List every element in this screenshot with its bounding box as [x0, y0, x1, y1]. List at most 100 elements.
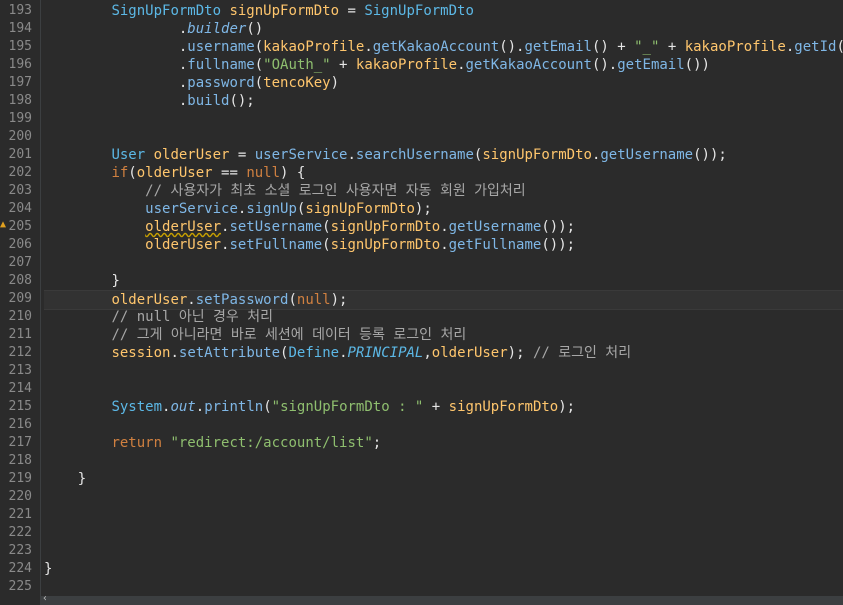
- code-token: userService: [145, 201, 238, 217]
- code-token: );: [558, 399, 576, 415]
- code-line[interactable]: .password(tencoKey): [44, 74, 843, 92]
- code-line[interactable]: [44, 380, 843, 398]
- line-number-gutter: 193 194 195 196 197 198 199 200 201 202 203 204 205 2…: [0, 0, 41, 605]
- code-token: (: [322, 237, 331, 253]
- code-line[interactable]: .username(kakaoProfile.getKakaoAccount()…: [44, 38, 843, 56]
- code-token: null: [246, 165, 281, 181]
- code-line[interactable]: System.out.println("signUpFormDto : " + …: [44, 398, 843, 416]
- code-token: olderUser: [153, 147, 230, 163]
- code-token: signUp: [246, 201, 297, 217]
- code-line[interactable]: .build();: [44, 92, 843, 110]
- code-line[interactable]: }: [44, 470, 843, 488]
- warning-icon[interactable]: ▲: [0, 220, 8, 230]
- code-token: .: [457, 57, 466, 73]
- code-token: ().: [591, 57, 618, 73]
- code-token: SignUpFormDto: [364, 3, 474, 19]
- code-line[interactable]: SignUpFormDto signUpFormDto = SignUpForm…: [44, 2, 843, 20]
- code-token: // null 아닌 경우 처리: [111, 309, 274, 325]
- code-line[interactable]: [44, 128, 843, 146]
- code-line[interactable]: .builder(): [44, 20, 843, 38]
- code-token: (: [322, 219, 331, 235]
- code-token: getFullname: [448, 237, 542, 253]
- code-line[interactable]: }: [44, 560, 843, 578]
- code-token: ==: [212, 165, 247, 181]
- code-token: signUpFormDto: [482, 147, 592, 163]
- code-line[interactable]: [44, 416, 843, 434]
- line-number: 212: [8, 345, 32, 360]
- code-token: signUpFormDto: [330, 219, 441, 235]
- code-token: signUpFormDto: [229, 3, 340, 19]
- code-token: ().: [499, 39, 525, 55]
- horizontal-scrollbar[interactable]: ‹: [40, 593, 843, 605]
- code-token: ());: [541, 219, 576, 235]
- code-token: +: [330, 57, 356, 73]
- code-token: olderUser: [136, 165, 213, 181]
- line-number: 207: [8, 255, 32, 270]
- code-token: ) {: [280, 165, 306, 181]
- code-line[interactable]: [44, 110, 843, 128]
- code-line[interactable]: // 사용자가 최초 소셜 로그인 사용자면 자동 회원 가입처리: [44, 182, 843, 200]
- line-number: 206: [8, 237, 32, 252]
- code-token: return: [111, 435, 163, 451]
- code-token: getEmail: [617, 57, 685, 73]
- chevron-left-icon[interactable]: ‹: [42, 593, 48, 604]
- code-line[interactable]: [44, 254, 843, 272]
- code-token: setFullname: [229, 237, 323, 253]
- code-line[interactable]: olderUser.setUsername(signUpFormDto.getU…: [44, 218, 843, 236]
- code-line[interactable]: User olderUser = userService.searchUsern…: [44, 146, 843, 164]
- code-token: password: [187, 75, 255, 91]
- code-token: +: [659, 39, 685, 55]
- code-token: getUsername: [448, 219, 542, 235]
- code-token: ());: [693, 147, 727, 163]
- code-token: +: [423, 399, 449, 415]
- code-token: (: [254, 39, 264, 55]
- code-line[interactable]: [44, 578, 843, 596]
- code-line[interactable]: // null 아닌 경우 처리: [44, 308, 843, 326]
- code-token: (): [246, 21, 264, 37]
- code-token: System: [111, 399, 163, 415]
- code-line[interactable]: [44, 362, 843, 380]
- line-number: 194: [8, 21, 32, 36]
- code-token: olderUser: [145, 237, 222, 253]
- code-line[interactable]: // 그게 아니라면 바로 세션에 데이터 등록 로그인 처리: [44, 326, 843, 344]
- line-number: 221: [8, 507, 32, 522]
- code-line[interactable]: userService.signUp(signUpFormDto);: [44, 200, 843, 218]
- code-line[interactable]: .fullname("OAuth_" + kakaoProfile.getKak…: [44, 56, 843, 74]
- code-line[interactable]: if(olderUser == null) {: [44, 164, 843, 182]
- code-line[interactable]: session.setAttribute(Define.PRINCIPAL,ol…: [44, 344, 843, 362]
- code-token: SignUpFormDto: [111, 3, 222, 19]
- code-token: .: [170, 345, 179, 361]
- code-editor[interactable]: 193 194 195 196 197 198 199 200 201 202 203 204 205 2…: [0, 0, 843, 605]
- code-token: setPassword: [195, 292, 289, 308]
- code-line[interactable]: [44, 488, 843, 506]
- code-token: ()): [836, 39, 843, 55]
- code-line[interactable]: olderUser.setFullname(signUpFormDto.getF…: [44, 236, 843, 254]
- line-number: 222: [8, 525, 32, 540]
- line-number: 215: [8, 399, 32, 414]
- line-number: 214: [8, 381, 32, 396]
- current-code-line[interactable]: olderUser.setPassword(null);: [44, 290, 843, 310]
- code-token: );: [414, 201, 432, 217]
- line-number: 224: [8, 561, 32, 576]
- code-token: .: [440, 237, 449, 253]
- code-token: signUpFormDto: [330, 237, 441, 253]
- code-token: (: [254, 75, 264, 91]
- code-token: .: [347, 147, 356, 163]
- code-line[interactable]: [44, 452, 843, 470]
- code-token: =: [229, 147, 255, 163]
- code-line[interactable]: }: [44, 272, 843, 290]
- code-token: fullname: [187, 57, 255, 73]
- code-line[interactable]: return "redirect:/account/list";: [44, 434, 843, 452]
- code-line[interactable]: [44, 542, 843, 560]
- code-line[interactable]: [44, 506, 843, 524]
- code-line[interactable]: [44, 524, 843, 542]
- code-token: (: [128, 165, 137, 181]
- code-token: "redirect:/account/list": [170, 435, 373, 451]
